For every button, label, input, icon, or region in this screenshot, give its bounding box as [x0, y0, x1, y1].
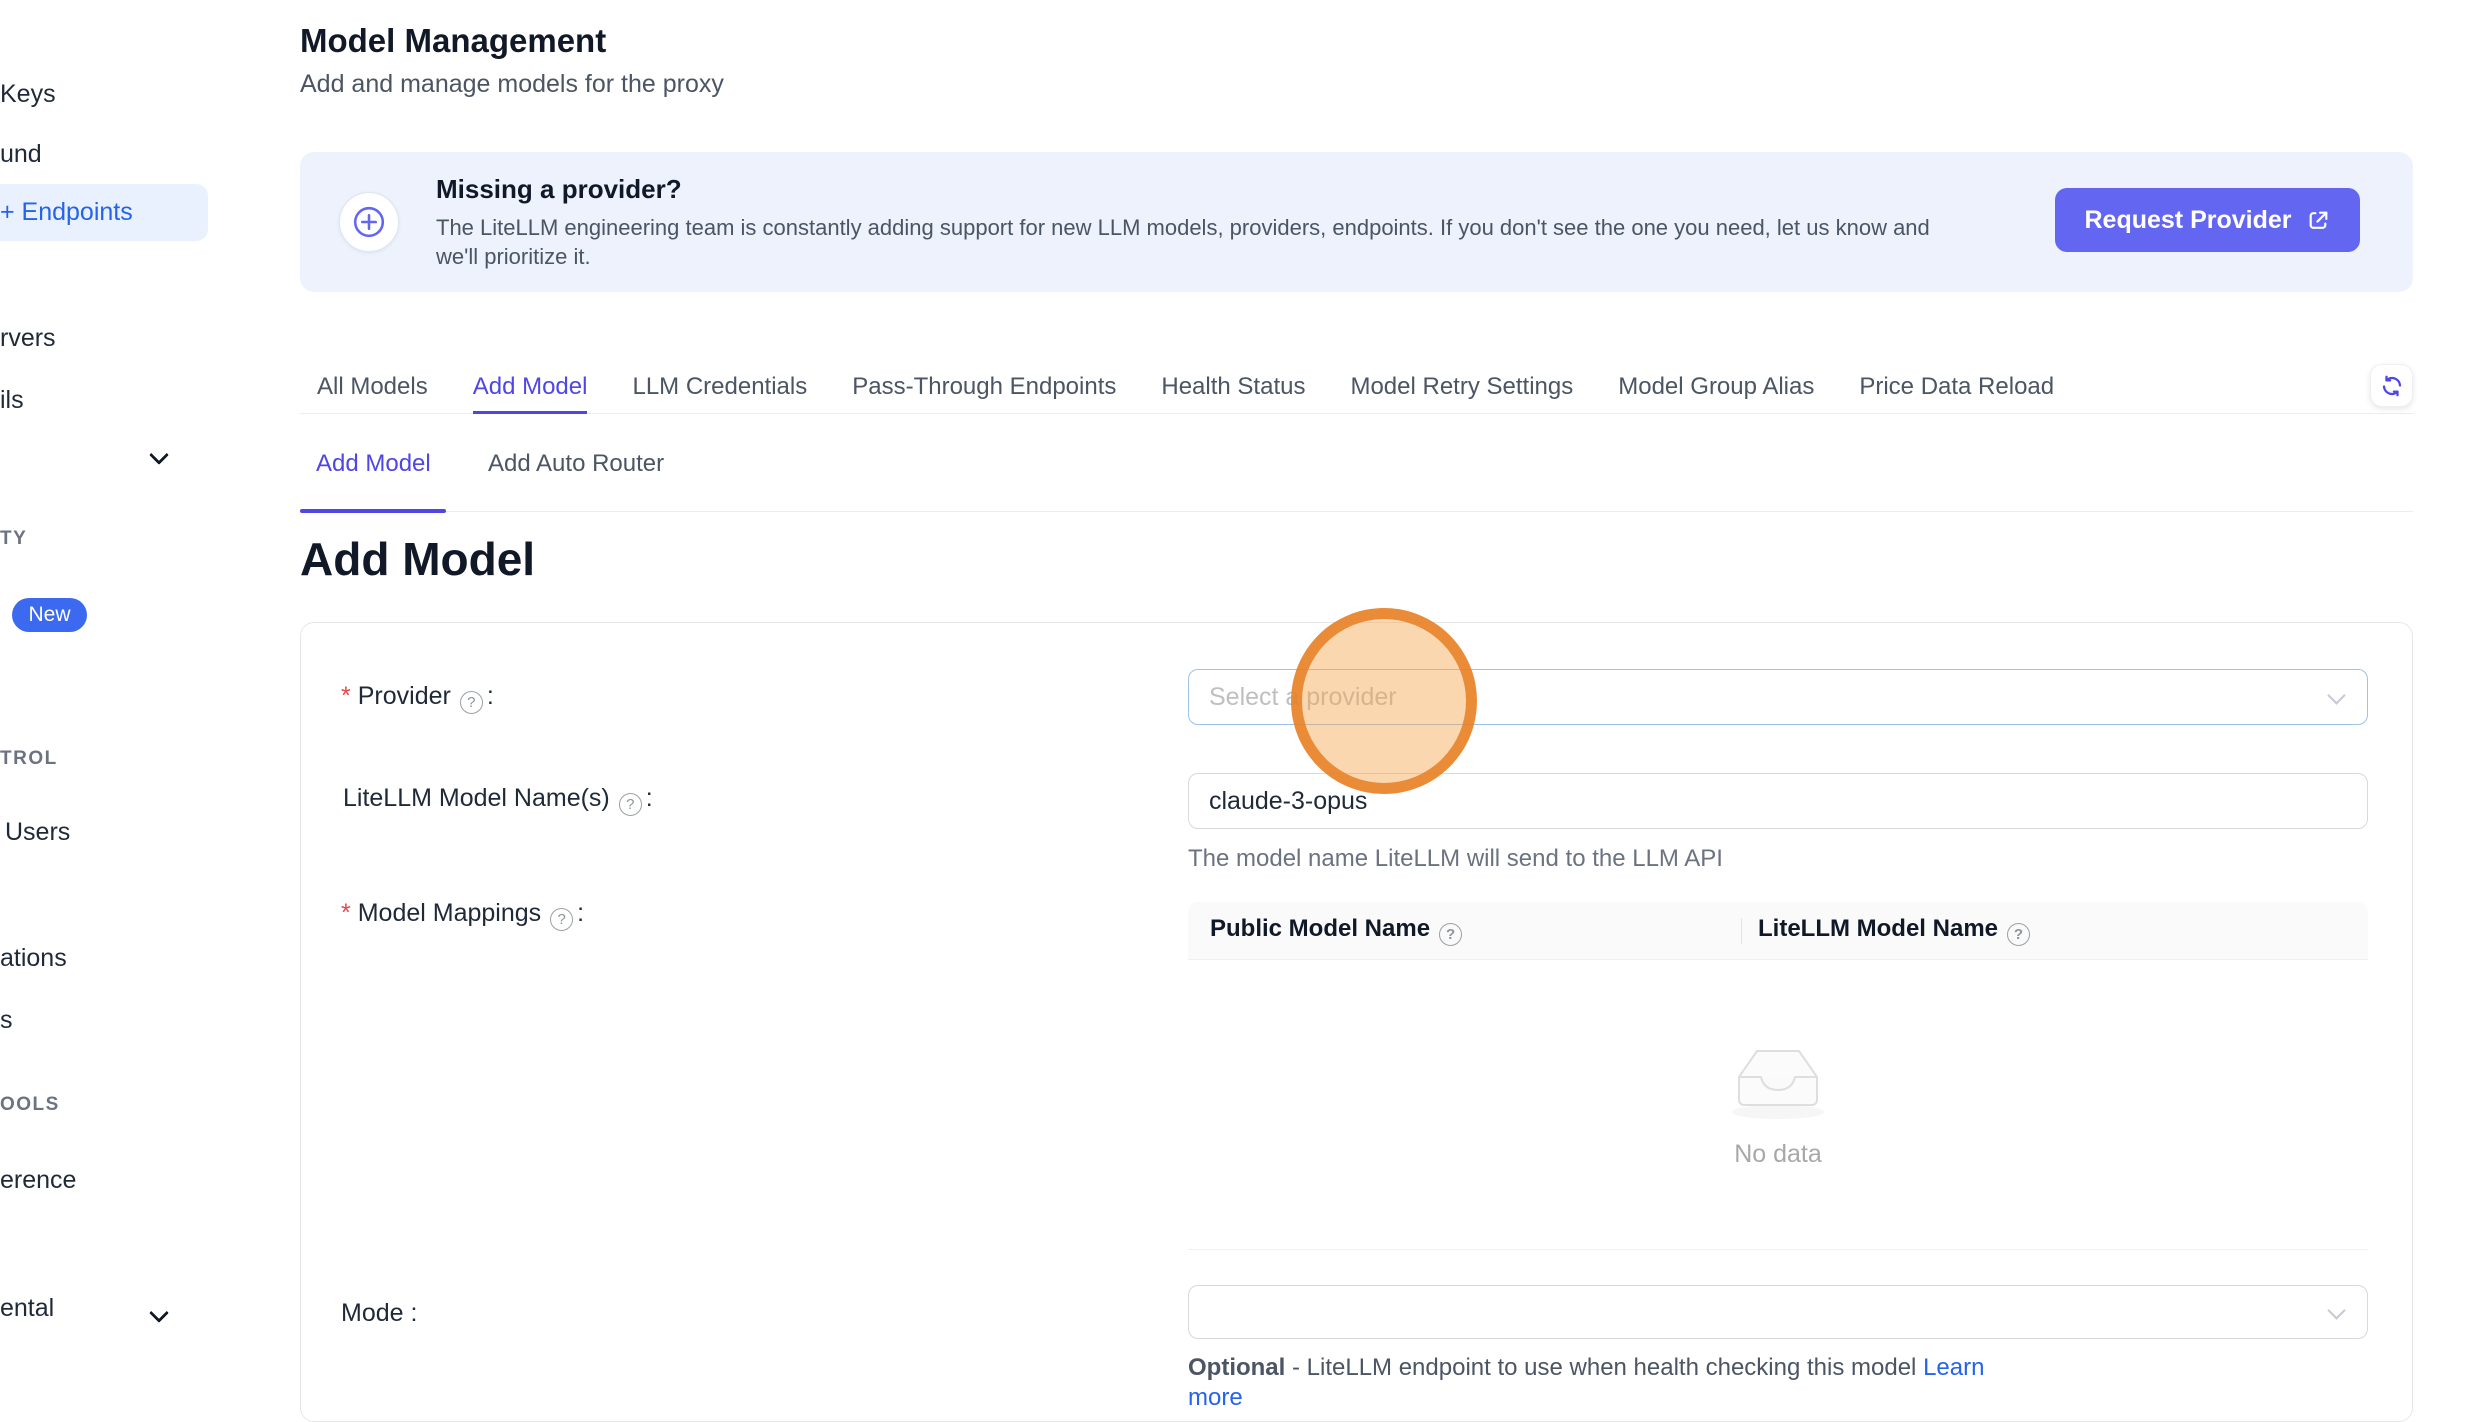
missing-provider-banner: Missing a provider? The LiteLLM engineer…: [300, 152, 2413, 292]
mode-helper: Optional - LiteLLM endpoint to use when …: [1188, 1353, 1984, 1413]
model-tabs: All Models Add Model LLM Credentials Pas…: [300, 362, 2413, 414]
help-icon[interactable]: [460, 691, 483, 714]
sidebar-item-models-endpoints[interactable]: + Endpoints: [0, 184, 208, 241]
table-header: Public Model Name LiteLLM Model Name: [1188, 902, 2368, 960]
provider-label: *Provider:: [341, 682, 494, 714]
sync-icon: [2380, 374, 2404, 398]
tab-price-data-reload[interactable]: Price Data Reload: [1859, 362, 2054, 414]
request-provider-button[interactable]: Request Provider: [2055, 188, 2360, 252]
sidebar-item-organizations[interactable]: ations: [0, 944, 67, 973]
required-asterisk: *: [341, 899, 351, 927]
tab-all-models[interactable]: All Models: [317, 362, 428, 414]
sidebar-item-users[interactable]: Users: [5, 818, 70, 847]
sidebar-item-keys[interactable]: Keys: [0, 80, 56, 109]
tab-pass-through-endpoints[interactable]: Pass-Through Endpoints: [852, 362, 1116, 414]
column-divider: [1741, 918, 1742, 944]
provider-placeholder: Select a provider: [1209, 683, 1397, 712]
subtab-add-auto-router[interactable]: Add Auto Router: [488, 450, 664, 478]
model-name-label: LiteLLM Model Name(s):: [343, 784, 653, 816]
subtab-add-model[interactable]: Add Model: [316, 450, 431, 478]
model-name-helper: The model name LiteLLM will send to the …: [1188, 845, 1723, 873]
sidebar-section-header: TY: [0, 528, 27, 550]
empty-state-icon: [1188, 1030, 2368, 1127]
no-data-text: No data: [1188, 1140, 2368, 1169]
mode-select[interactable]: [1188, 1285, 2368, 1339]
request-provider-label: Request Provider: [2084, 206, 2291, 235]
tab-add-model[interactable]: Add Model: [473, 362, 588, 414]
new-badge: New: [12, 598, 87, 632]
tab-health-status[interactable]: Health Status: [1161, 362, 1305, 414]
help-icon[interactable]: [2007, 923, 2030, 946]
active-subtab-underline: [300, 509, 446, 513]
chevron-down-icon[interactable]: [149, 445, 169, 465]
learn-more-link-wrap[interactable]: more: [1188, 1384, 1243, 1411]
help-icon[interactable]: [1439, 923, 1462, 946]
help-icon[interactable]: [550, 908, 573, 931]
sidebar-section-header: TROL: [0, 748, 58, 770]
external-link-icon: [2306, 208, 2331, 233]
chevron-down-icon: [2327, 1301, 2345, 1319]
optional-text: Optional: [1188, 1354, 1285, 1381]
new-badge-label: New: [28, 603, 70, 627]
add-model-subtabs: Add Model Add Auto Router: [300, 414, 2413, 512]
sidebar: Keys und + Endpoints rvers ils TY New TR…: [0, 0, 300, 1385]
required-asterisk: *: [341, 682, 351, 710]
banner-title: Missing a provider?: [436, 174, 682, 205]
sidebar-item-guardrails[interactable]: ils: [0, 386, 24, 415]
banner-body-line1: The LiteLLM engineering team is constant…: [436, 213, 1930, 242]
mode-label: Mode :: [341, 1299, 417, 1328]
column-litellm-model-name: LiteLLM Model Name: [1758, 915, 2034, 946]
chevron-down-icon[interactable]: [149, 1303, 169, 1323]
sidebar-item-reference[interactable]: erence: [0, 1166, 76, 1195]
tab-model-retry-settings[interactable]: Model Retry Settings: [1350, 362, 1573, 414]
sidebar-item-experimental[interactable]: ental: [0, 1294, 54, 1323]
banner-body: The LiteLLM engineering team is constant…: [436, 213, 1930, 271]
add-model-form-card: *Provider: Select a provider LiteLLM Mod…: [300, 622, 2413, 1422]
model-mappings-label: *Model Mappings:: [341, 899, 584, 931]
page-subtitle: Add and manage models for the proxy: [300, 70, 724, 99]
model-mappings-table: Public Model Name LiteLLM Model Name No …: [1188, 902, 2368, 1250]
column-public-model-name: Public Model Name: [1210, 915, 1466, 946]
sidebar-section-header: OOLS: [0, 1094, 60, 1116]
model-name-input[interactable]: claude-3-opus: [1188, 773, 2368, 829]
sidebar-item-teams[interactable]: s: [0, 1006, 13, 1035]
sidebar-item-servers[interactable]: rvers: [0, 324, 56, 353]
banner-body-line2: we'll prioritize it.: [436, 242, 1930, 271]
learn-more-link[interactable]: Learn: [1923, 1354, 1984, 1381]
plus-circle-icon: [339, 192, 399, 252]
sidebar-item-playground[interactable]: und: [0, 140, 42, 169]
sidebar-item-label: + Endpoints: [0, 198, 133, 227]
help-icon[interactable]: [619, 793, 642, 816]
chevron-down-icon: [2327, 686, 2345, 704]
page-title: Model Management: [300, 22, 606, 60]
provider-select[interactable]: Select a provider: [1188, 669, 2368, 725]
main-content: Model Management Add and manage models f…: [300, 0, 2413, 1385]
tab-llm-credentials[interactable]: LLM Credentials: [632, 362, 807, 414]
tab-model-group-alias[interactable]: Model Group Alias: [1618, 362, 1814, 414]
refresh-button[interactable]: [2370, 364, 2413, 407]
add-model-heading: Add Model: [300, 532, 535, 586]
model-name-value: claude-3-opus: [1209, 787, 1367, 816]
